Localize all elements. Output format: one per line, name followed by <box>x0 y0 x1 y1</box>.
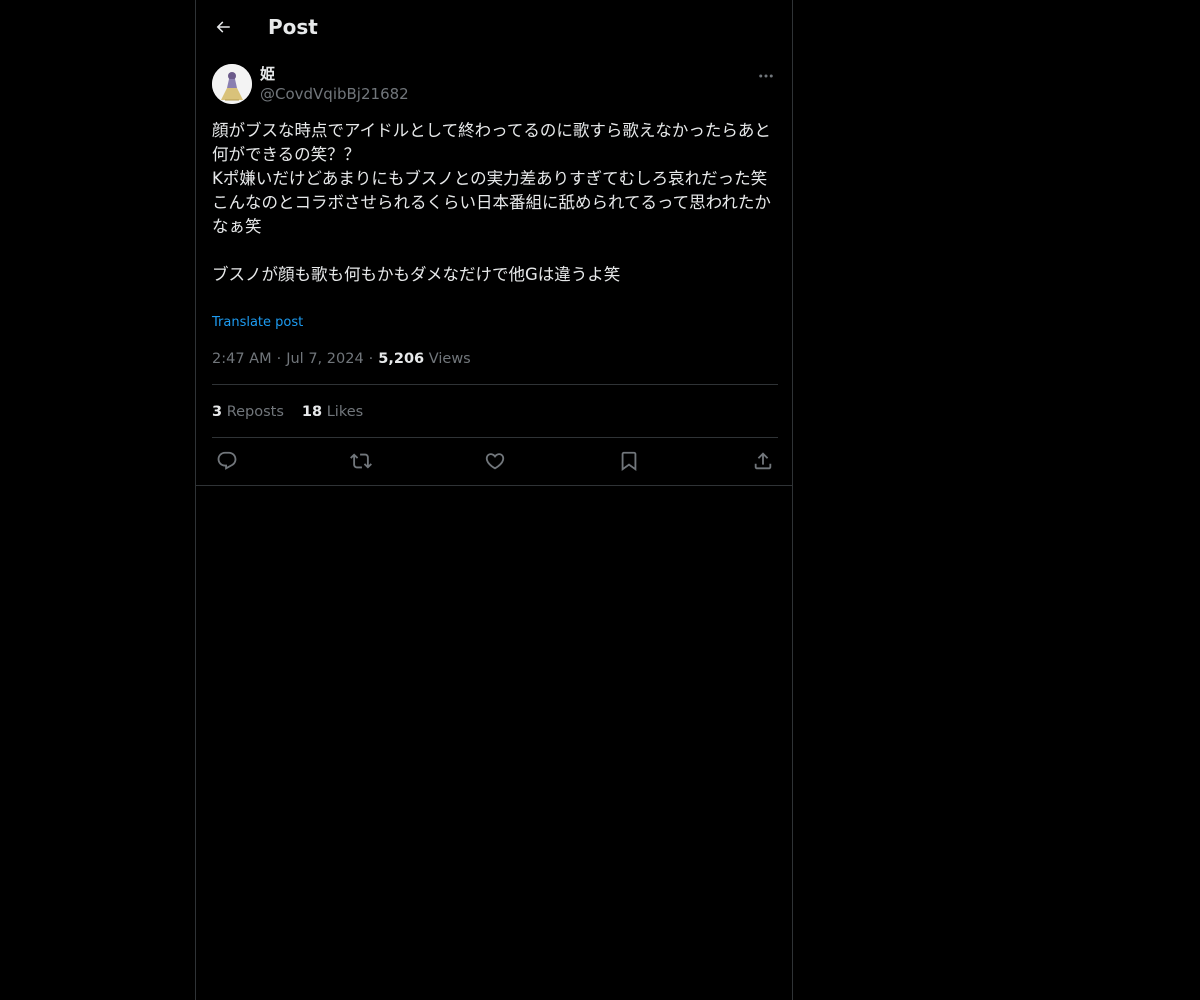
repost-icon <box>350 453 372 469</box>
share-button[interactable] <box>751 449 775 473</box>
post-date[interactable]: Jul 7, 2024 <box>286 351 363 367</box>
reposts-stat[interactable]: 3 Reposts <box>212 402 284 422</box>
divider <box>212 384 778 385</box>
reply-button[interactable] <box>215 449 239 473</box>
repost-button[interactable] <box>349 449 373 473</box>
avatar-figure-icon <box>212 64 252 104</box>
arrow-left-icon <box>216 21 230 33</box>
back-button[interactable] <box>210 14 236 40</box>
share-icon <box>754 452 772 470</box>
author-handle[interactable]: @CovdVqibBj21682 <box>260 84 409 104</box>
post-text-line: Kポ嫌いだけどあまりにもブスノとの実力差ありすぎてむしろ哀れだった笑 <box>212 169 768 188</box>
post-bottom-border <box>196 485 793 486</box>
post-text-line: 顔がブスな時点でアイドルとして終わってるのに歌すら歌えなかったらあと何ができるの… <box>212 121 771 164</box>
likes-label: Likes <box>326 404 364 420</box>
avatar[interactable] <box>212 64 252 104</box>
reply-icon <box>217 451 237 470</box>
reposts-label: Reposts <box>226 404 284 420</box>
post-text-line: ブスノが顔も歌も何もかもダメなだけで他Gは違うよ笑 <box>212 265 621 284</box>
bookmark-icon <box>621 451 637 472</box>
more-options-button[interactable] <box>754 66 778 86</box>
post-text: 顔がブスな時点でアイドルとして終わってるのに歌すら歌えなかったらあと何ができるの… <box>212 119 778 287</box>
heart-icon <box>485 453 505 470</box>
author-display-name[interactable]: 姫 <box>260 64 409 84</box>
like-button[interactable] <box>483 449 507 473</box>
divider <box>212 437 778 438</box>
likes-stat[interactable]: 18 Likes <box>302 402 363 422</box>
translate-post-link[interactable]: Translate post <box>212 314 303 332</box>
post-time[interactable]: 2:47 AM <box>212 351 272 367</box>
post-actions <box>212 449 778 473</box>
post-stats: 3 Reposts 18 Likes <box>212 402 381 422</box>
author-info[interactable]: 姫 @CovdVqibBj21682 <box>260 64 409 104</box>
meta-separator: · <box>368 351 374 367</box>
post-meta: 2:47 AM · Jul 7, 2024 · 5,206 Views <box>212 349 471 369</box>
post-column: Post 姫 @CovdVqibBj21682 顔がブスな時点でアイドルとして終… <box>195 0 793 1000</box>
post-header: Post <box>196 0 794 53</box>
bookmark-button[interactable] <box>617 449 641 473</box>
views-label: Views <box>428 351 471 367</box>
post-text-line: こんなのとコラボさせられるくらい日本番組に舐められてるって思われたかなぁ笑 <box>212 193 771 236</box>
more-horizontal-icon <box>759 74 773 78</box>
reposts-count: 3 <box>212 404 223 420</box>
page-title: Post <box>268 15 318 39</box>
views-count: 5,206 <box>378 351 425 367</box>
meta-separator: · <box>276 351 282 367</box>
likes-count: 18 <box>301 404 323 420</box>
